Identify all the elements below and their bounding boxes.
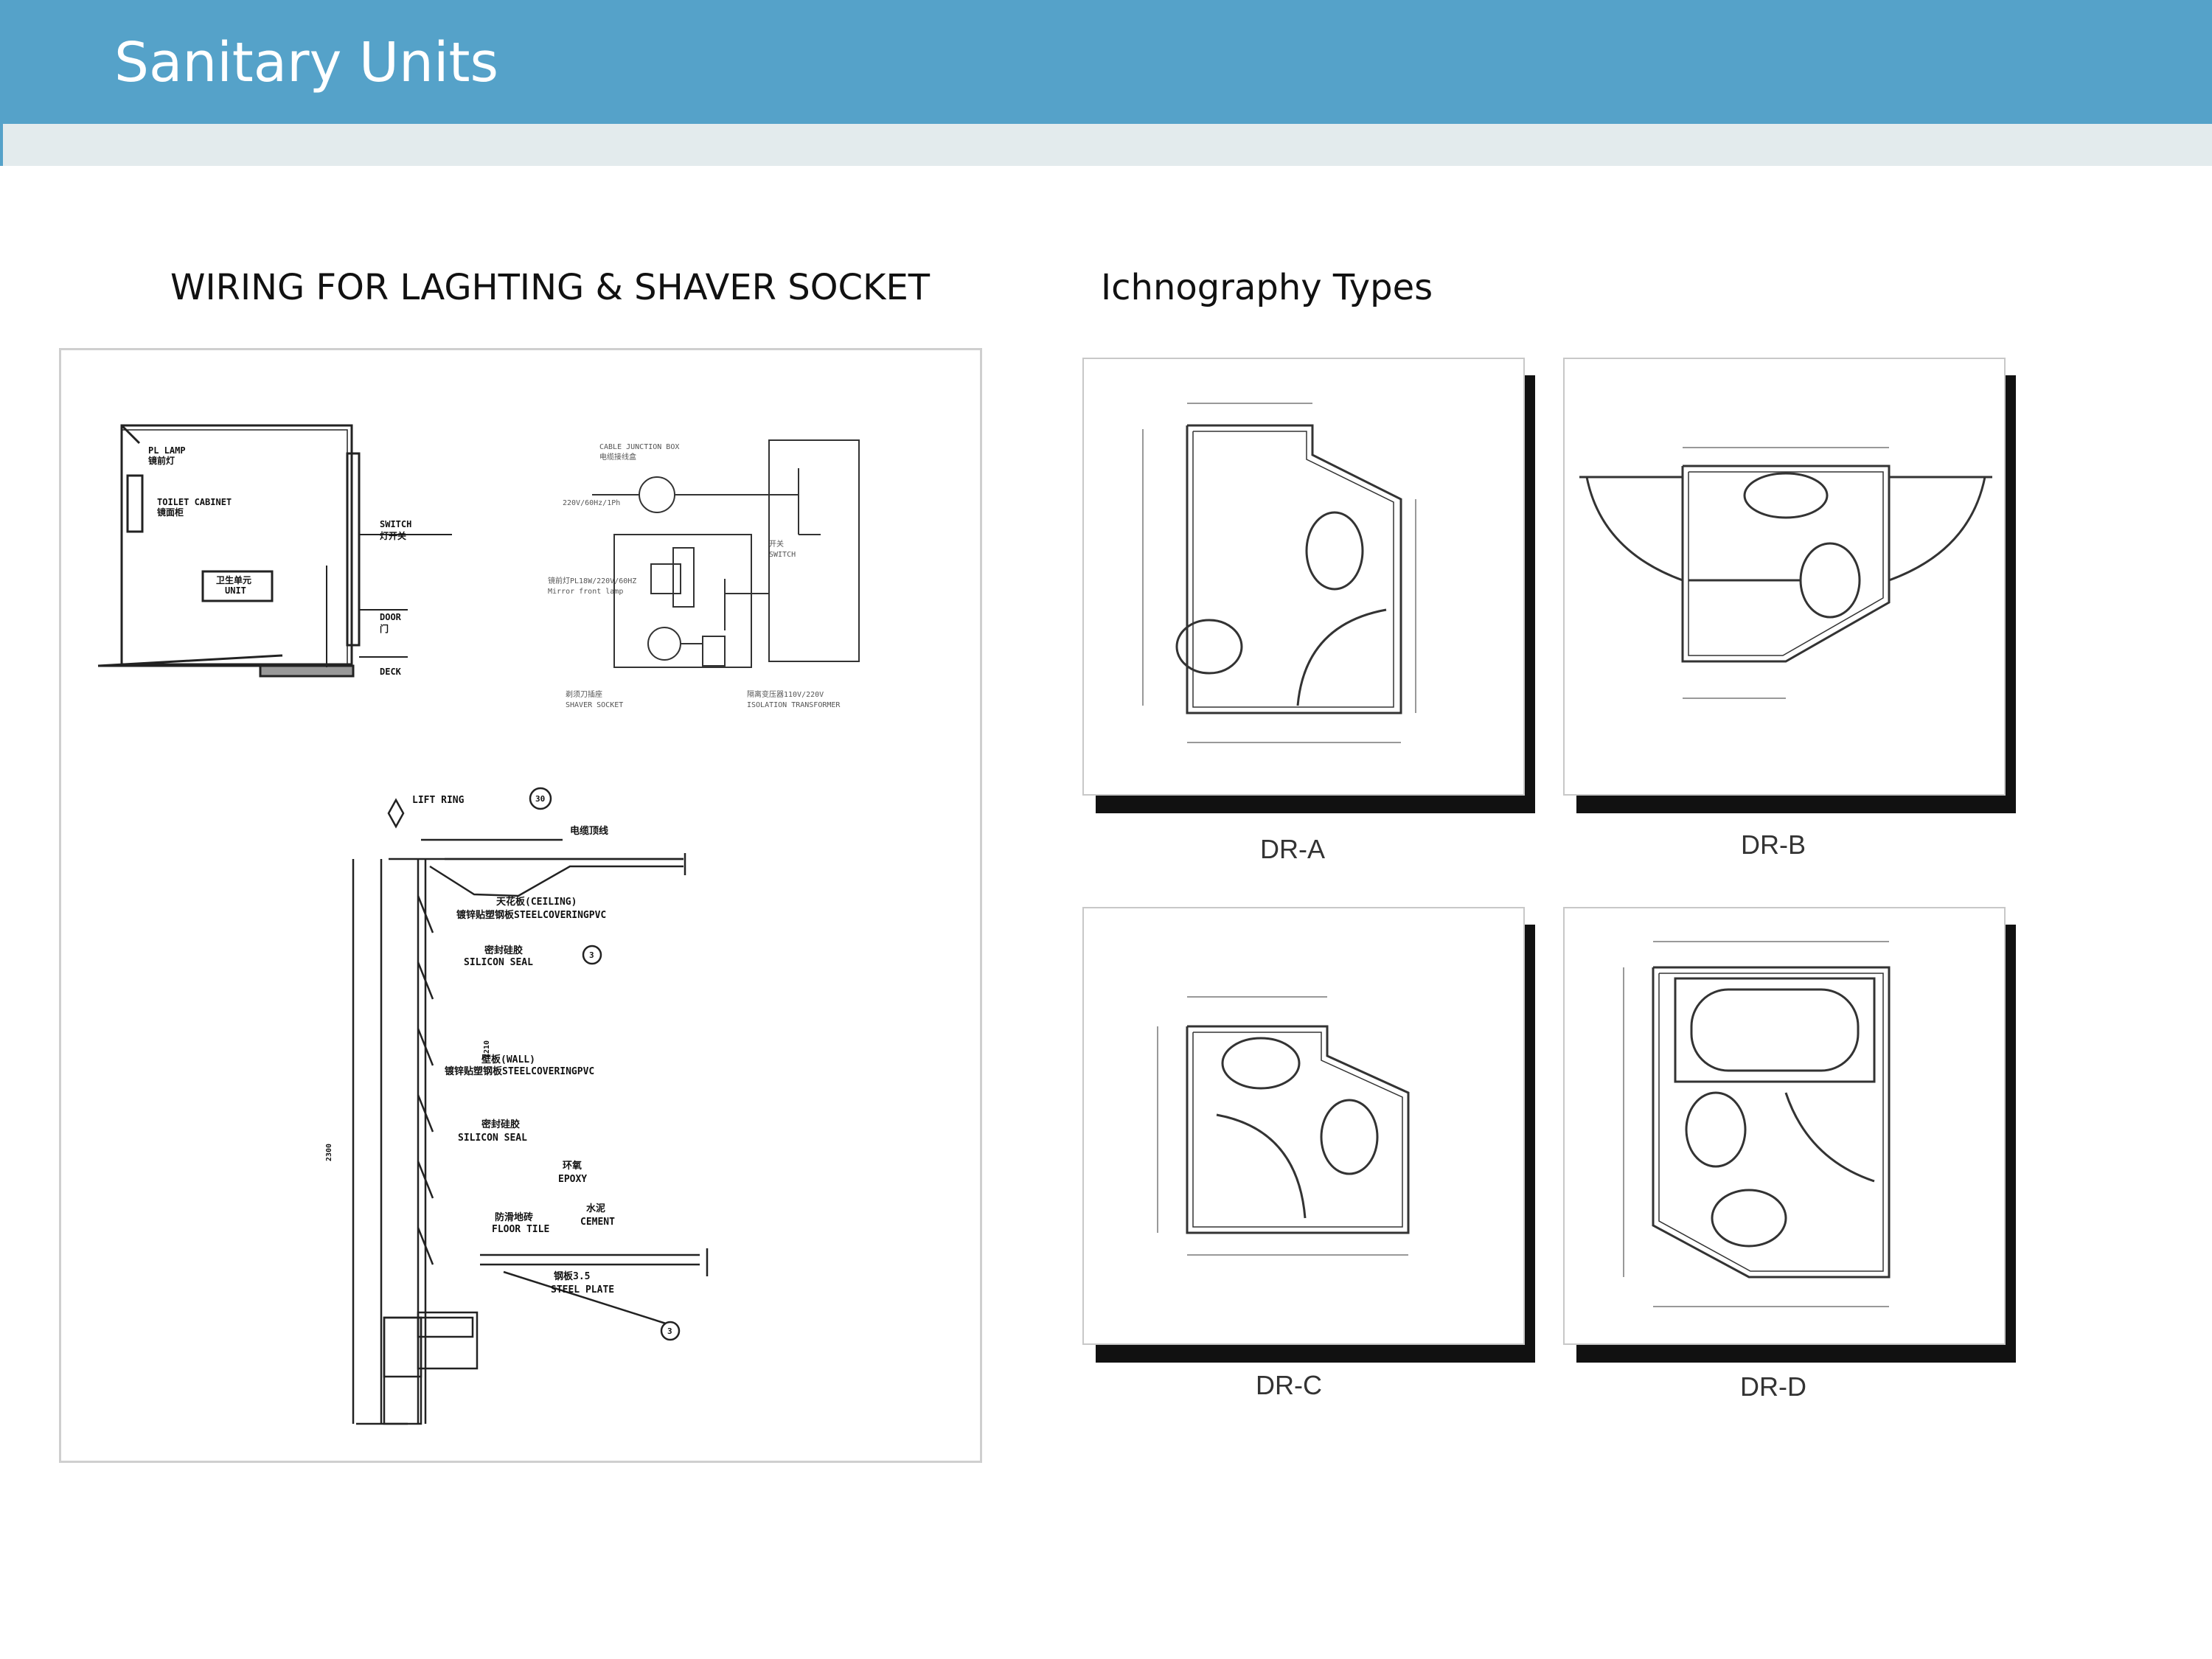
circuit-switch-cn-label: 开关 — [769, 539, 784, 549]
dr-d-bathtub-outline — [1674, 977, 1876, 1083]
plan-dr-a: DR-A — [1082, 358, 1540, 864]
dr-d-door-swing — [1784, 1092, 1875, 1183]
shaver-socket-symbol — [647, 627, 681, 661]
silicon-seal-label-1: SILICON SEAL — [464, 957, 533, 968]
steel-plate-cn-label: 钢板3.5 — [554, 1270, 590, 1282]
floor-tile-cn-label: 防滑地砖 — [495, 1211, 533, 1223]
steel-plate-label: STEEL PLATE — [551, 1284, 614, 1295]
dr-b-basin-icon — [1743, 472, 1829, 519]
shaver-socket-label: SHAVER SOCKET — [566, 701, 623, 709]
dr-c-toilet-icon — [1320, 1099, 1379, 1175]
lift-ring-symbol — [387, 798, 405, 829]
callout-3a-text: 3 — [589, 950, 594, 960]
steel-covering-label-1: 镀锌贴塑钢板STEELCOVERINGPVC — [456, 909, 606, 921]
door-label: DOOR — [380, 612, 402, 622]
dr-a-toilet-icon — [1305, 511, 1364, 591]
callout-30-text: 30 — [535, 794, 545, 804]
transformer-symbol — [702, 636, 726, 667]
mirror-lamp-cn-label: 镜前灯PL18W/220V/60HZ — [548, 576, 636, 585]
dr-d-label: DR-D — [1740, 1371, 1806, 1402]
wiring-section-title: WIRING FOR LAGHTING & SHAVER SOCKET — [170, 267, 931, 308]
page-title: Sanitary Units — [114, 31, 499, 94]
elevation-door-strip — [346, 452, 361, 647]
junction-box-label: CABLE JUNCTION BOX — [599, 443, 679, 451]
floor-tile-label: FLOOR TILE — [492, 1224, 549, 1235]
mirror-lamp-symbol — [672, 547, 695, 608]
silicon-seal-cn-label-2: 密封硅胶 — [481, 1119, 520, 1130]
plan-dr-c: DR-C — [1082, 907, 1540, 1400]
cement-label: CEMENT — [580, 1217, 615, 1228]
dr-b-wall — [1681, 465, 1891, 663]
callout-3b-text: 3 — [667, 1326, 672, 1336]
sub-header-edge — [0, 124, 3, 166]
circuit-inner-frame — [613, 534, 752, 668]
dr-a-label: DR-A — [1260, 834, 1325, 864]
plan-dr-b: DR-B — [1563, 358, 2020, 860]
ceiling-label: 天花板(CEILING) — [496, 896, 577, 908]
dr-a-door-swing — [1296, 608, 1387, 706]
junction-box-symbol — [639, 476, 675, 513]
sub-header-band — [0, 124, 2212, 166]
floor-block — [417, 1311, 479, 1370]
silicon-seal-cn-label-1: 密封硅胶 — [484, 945, 523, 956]
supply-label: 220V/60Hz/1Ph — [563, 499, 620, 507]
silicon-seal-label-2: SILICON SEAL — [458, 1133, 527, 1144]
mirror-lamp-label: Mirror front lamp — [548, 588, 623, 596]
plan-dr-d: DR-D — [1563, 907, 2020, 1402]
toilet-cabinet-shape — [126, 474, 144, 533]
pl-lamp-cn-label: 镜前灯 — [148, 455, 175, 466]
dr-d-plan-drawing — [1623, 941, 1891, 1307]
junction-box-cn-label: 电缆接线盒 — [599, 452, 636, 462]
unit-label: UNIT — [225, 585, 246, 596]
dr-b-label: DR-B — [1741, 830, 1806, 860]
epoxy-label: EPOXY — [558, 1174, 587, 1185]
deck-label: DECK — [380, 667, 402, 677]
dr-b-toilet-icon — [1799, 542, 1861, 619]
dr-c-basin-icon — [1221, 1037, 1301, 1090]
dr-d-basin-icon — [1685, 1091, 1747, 1168]
door-cn-label: 门 — [380, 623, 389, 634]
toilet-cabinet-label: TOILET CABINET — [157, 497, 232, 507]
switch-label: SWITCH — [380, 519, 411, 529]
transformer-cn-label: 隔离变压器110V/220V — [747, 689, 824, 699]
circuit-switch-label: SWITCH — [769, 551, 796, 559]
wiring-drawing-sheet: PL LAMP 镜前灯 TOILET CABINET 镜面柜 卫生单元 UNIT… — [59, 348, 982, 1463]
ichnography-section-title: Ichnography Types — [1101, 267, 1433, 308]
dr-b-right-door-swing — [1888, 476, 1986, 582]
dr-c-plan-drawing — [1157, 996, 1410, 1256]
dr-d-wall — [1652, 966, 1891, 1279]
toilet-cabinet-cn-label: 镜面柜 — [157, 507, 184, 518]
steel-covering-label-2: 镀锌贴塑钢板STEELCOVERINGPVC — [445, 1065, 594, 1077]
header-bar: Sanitary Units — [0, 0, 2212, 124]
dr-a-wall — [1186, 424, 1402, 714]
transformer-label: ISOLATION TRANSFORMER — [747, 701, 841, 709]
dim-inner-text: 2210 — [483, 1040, 491, 1058]
lift-ring-label: LIFT RING — [412, 795, 465, 806]
dr-b-plan-drawing — [1579, 447, 1992, 699]
wiring-drawing: PL LAMP 镜前灯 TOILET CABINET 镜面柜 卫生单元 UNIT… — [97, 424, 860, 1425]
epoxy-cn-label: 环氧 — [563, 1160, 582, 1172]
dr-a-plan-drawing — [1142, 403, 1416, 743]
dr-d-bathtub-inner — [1690, 988, 1860, 1072]
dr-c-label: DR-C — [1256, 1370, 1322, 1400]
unit-cn-label: 卫生单元 — [216, 574, 251, 585]
dr-c-door-swing — [1216, 1113, 1307, 1219]
dr-b-left-door-swing — [1585, 476, 1683, 582]
pl-lamp-label: PL LAMP — [148, 445, 186, 456]
dim-height-text: 2300 — [325, 1144, 333, 1161]
shaver-socket-cn-label: 剃须刀插座 — [566, 689, 602, 699]
dr-d-toilet-icon — [1711, 1189, 1787, 1248]
switch-cn-label: 灯开关 — [380, 530, 406, 541]
cement-cn-label: 水泥 — [586, 1203, 605, 1214]
cable-cn-label: 电缆顶线 — [570, 825, 608, 837]
